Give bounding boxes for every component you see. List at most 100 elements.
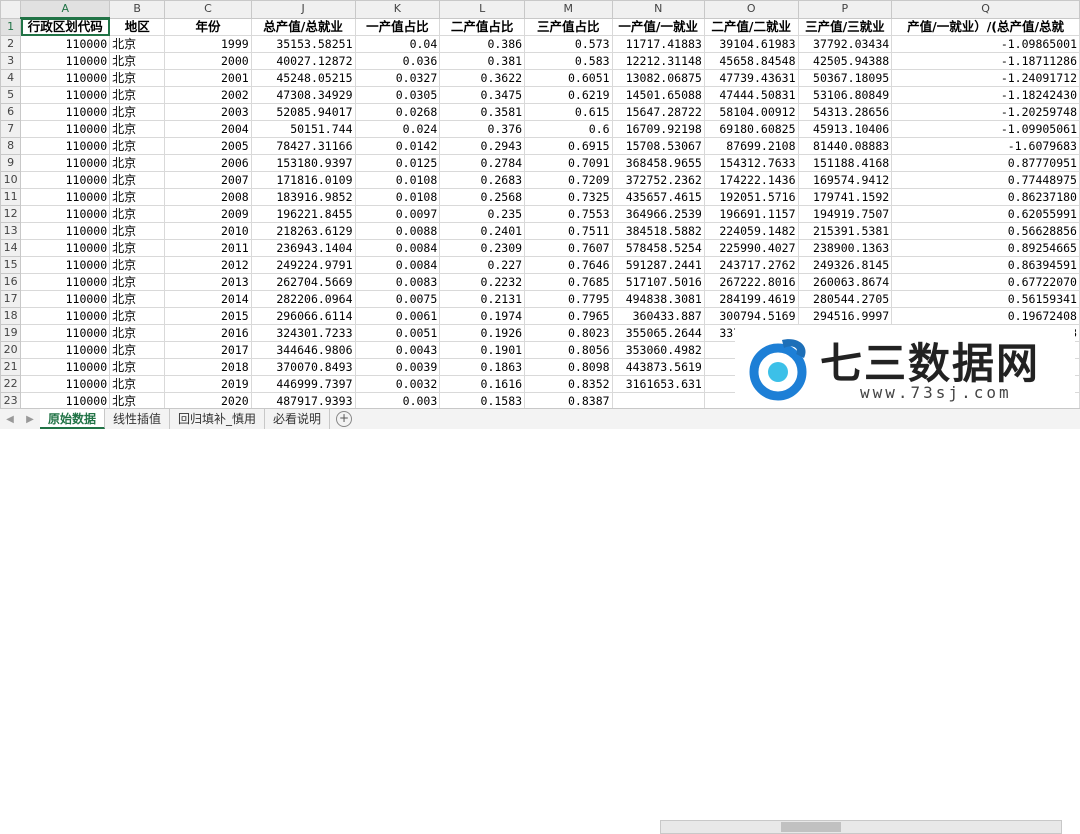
row-header[interactable]: 5 xyxy=(0,86,22,104)
cell[interactable]: 171816.0109 xyxy=(250,171,356,189)
cell[interactable]: 0.024 xyxy=(354,120,441,138)
cell[interactable]: 179741.1592 xyxy=(797,188,893,206)
cell[interactable]: 0.0084 xyxy=(354,256,441,274)
cell[interactable]: 110000 xyxy=(20,205,111,223)
cell[interactable]: 110000 xyxy=(20,358,111,376)
cell[interactable]: 262704.5669 xyxy=(250,273,356,291)
cell[interactable]: 0.376 xyxy=(439,120,526,138)
cell[interactable]: 3161653.631 xyxy=(611,375,705,393)
row-header[interactable]: 19 xyxy=(0,324,22,342)
cell[interactable]: 110000 xyxy=(20,69,111,87)
cell[interactable]: 北京 xyxy=(109,392,166,408)
cell[interactable]: 0.227 xyxy=(439,256,526,274)
cell[interactable]: 0.6915 xyxy=(524,137,613,155)
header-cell[interactable]: 产值/一就业）/(总产值/总就 xyxy=(891,17,1080,36)
cell[interactable]: 196691.1157 xyxy=(703,205,799,223)
cell[interactable]: 0.7646 xyxy=(524,256,613,274)
cell[interactable]: 249224.9791 xyxy=(250,256,356,274)
cell[interactable]: 2006 xyxy=(164,154,252,172)
cell[interactable]: 40027.12872 xyxy=(250,52,356,70)
cell[interactable]: 0.8056 xyxy=(524,341,613,359)
cell[interactable]: 45658.84548 xyxy=(703,52,799,70)
cell[interactable]: 1999 xyxy=(164,35,252,53)
cell[interactable]: 0.56628856 xyxy=(891,222,1080,240)
cell[interactable]: 0.1901 xyxy=(439,341,526,359)
row-header[interactable]: 1 xyxy=(0,17,22,36)
cell[interactable]: 110000 xyxy=(20,154,111,172)
cell[interactable]: 360433.887 xyxy=(611,307,705,325)
cell[interactable]: 15708.53067 xyxy=(611,137,705,155)
cell[interactable]: 0.0039 xyxy=(354,358,441,376)
cell[interactable]: 北京 xyxy=(109,69,166,87)
column-header-l[interactable]: L xyxy=(439,0,526,19)
scrollbar-thumb[interactable] xyxy=(781,822,841,832)
cell[interactable]: 53106.80849 xyxy=(797,86,893,104)
cell[interactable]: 296066.6114 xyxy=(250,307,356,325)
cell[interactable]: 294516.9997 xyxy=(797,307,893,325)
cell[interactable]: 0.6219 xyxy=(524,86,613,104)
cell[interactable]: 北京 xyxy=(109,52,166,70)
cell[interactable]: 0.7091 xyxy=(524,154,613,172)
cell[interactable]: 2000 xyxy=(164,52,252,70)
cell[interactable]: 110000 xyxy=(20,52,111,70)
cell[interactable]: 北京 xyxy=(109,222,166,240)
cell[interactable]: 174222.1436 xyxy=(703,171,799,189)
cell[interactable]: 35153.58251 xyxy=(250,35,356,53)
cell[interactable]: 北京 xyxy=(109,239,166,257)
cell[interactable]: 0.615 xyxy=(524,103,613,121)
cell[interactable]: 14501.65088 xyxy=(611,86,705,104)
cell[interactable]: 16709.92198 xyxy=(611,120,705,138)
header-cell[interactable]: 行政区划代码 xyxy=(20,17,111,36)
cell[interactable]: 0.583 xyxy=(524,52,613,70)
cell[interactable]: 0.7511 xyxy=(524,222,613,240)
cell[interactable]: 384518.5882 xyxy=(611,222,705,240)
cell[interactable]: 0.1974 xyxy=(439,307,526,325)
cell[interactable]: 110000 xyxy=(20,256,111,274)
cell[interactable]: 368458.9655 xyxy=(611,154,705,172)
row-header[interactable]: 10 xyxy=(0,171,22,189)
cell[interactable]: 0.0108 xyxy=(354,171,441,189)
cell[interactable]: 110000 xyxy=(20,103,111,121)
cell[interactable]: 北京 xyxy=(109,205,166,223)
cell[interactable]: 0.573 xyxy=(524,35,613,53)
cell[interactable]: 0.2784 xyxy=(439,154,526,172)
cell[interactable]: -1.20259748 xyxy=(891,103,1080,121)
cell[interactable]: -1.18711286 xyxy=(891,52,1080,70)
cell[interactable]: 0.0043 xyxy=(354,341,441,359)
cell[interactable]: 280544.2705 xyxy=(797,290,893,308)
row-header[interactable]: 9 xyxy=(0,154,22,172)
cell[interactable]: 364966.2539 xyxy=(611,205,705,223)
cell[interactable]: 北京 xyxy=(109,103,166,121)
row-header[interactable]: 22 xyxy=(0,375,22,393)
cell[interactable]: 435657.4615 xyxy=(611,188,705,206)
cell[interactable]: 0.7965 xyxy=(524,307,613,325)
prev-sheet-icon[interactable]: ◀ xyxy=(0,414,20,425)
cell[interactable]: 0.6 xyxy=(524,120,613,138)
column-header-k[interactable]: K xyxy=(354,0,441,19)
cell[interactable]: 238900.1363 xyxy=(797,239,893,257)
cell[interactable]: 2005 xyxy=(164,137,252,155)
cell[interactable]: 2016 xyxy=(164,324,252,342)
cell[interactable]: 2003 xyxy=(164,103,252,121)
cell[interactable]: 0.3475 xyxy=(439,86,526,104)
cell[interactable]: 0.86394591 xyxy=(891,256,1080,274)
cell[interactable]: 50151.744 xyxy=(250,120,356,138)
cell[interactable]: 110000 xyxy=(20,171,111,189)
cell[interactable]: 243717.2762 xyxy=(703,256,799,274)
cell[interactable]: 2007 xyxy=(164,171,252,189)
header-cell[interactable]: 二产值/二就业 xyxy=(703,17,799,36)
cell[interactable]: 0.8387 xyxy=(524,392,613,408)
column-header-c[interactable]: C xyxy=(164,0,252,19)
sheet-tab[interactable]: 必看说明 xyxy=(265,409,331,429)
cell[interactable]: -1.24091712 xyxy=(891,69,1080,87)
cell[interactable]: 0.2683 xyxy=(439,171,526,189)
cell[interactable]: 443873.5619 xyxy=(611,358,705,376)
cell[interactable]: 2017 xyxy=(164,341,252,359)
cell[interactable]: 183916.9852 xyxy=(250,188,356,206)
cell[interactable]: 52085.94017 xyxy=(250,103,356,121)
cell[interactable]: 11717.41883 xyxy=(611,35,705,53)
cell[interactable]: 北京 xyxy=(109,273,166,291)
cell[interactable]: 2012 xyxy=(164,256,252,274)
cell[interactable]: 0.1583 xyxy=(439,392,526,408)
cell[interactable]: 北京 xyxy=(109,341,166,359)
